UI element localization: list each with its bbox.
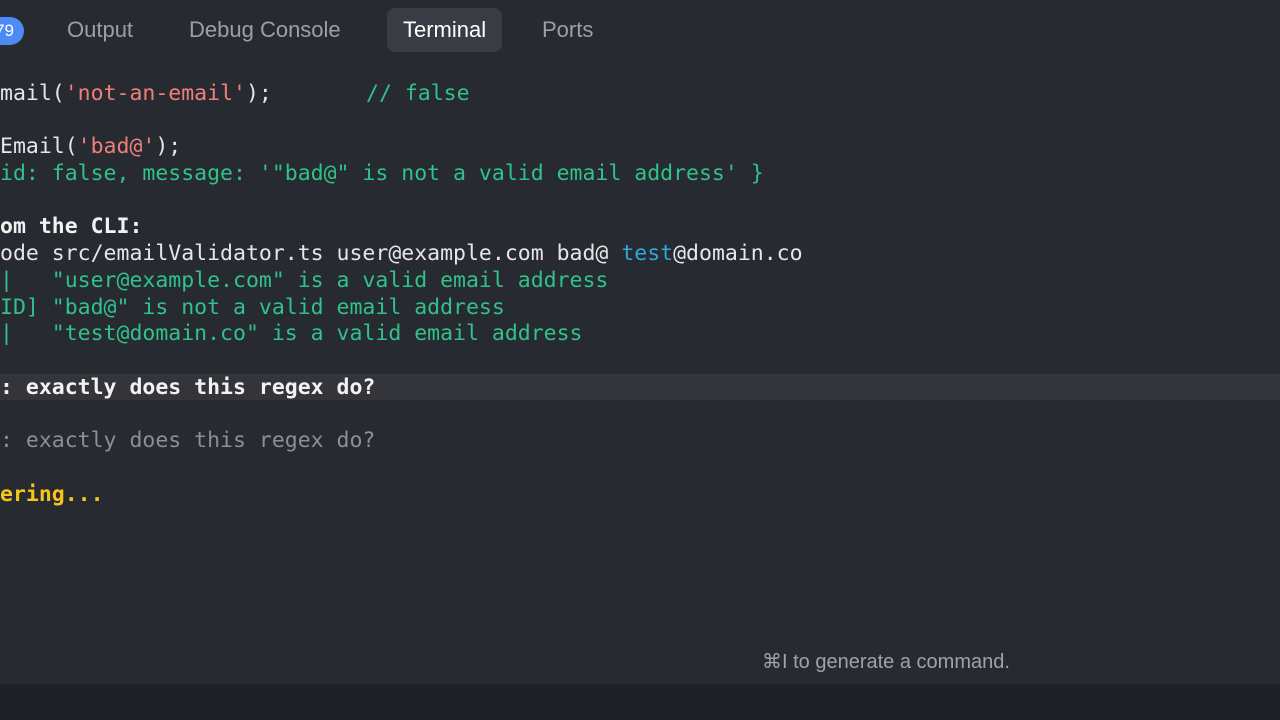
code-text: ); xyxy=(245,81,272,106)
status-line: ering... xyxy=(0,482,104,507)
panel-footer xyxy=(0,684,1280,720)
code-text: Email( xyxy=(0,134,78,159)
problems-count-badge[interactable]: 79 xyxy=(0,17,24,45)
generate-command-hint: ⌘I to generate a command. xyxy=(762,651,1010,673)
terminal-prompt-line[interactable]: : exactly does this regex do? xyxy=(0,374,375,401)
terminal-line: ID] "bad@" is not a valid email address xyxy=(0,295,505,320)
code-comment: // false xyxy=(366,81,470,106)
code-text: mail( xyxy=(0,81,65,106)
terminal-line: : exactly does this regex do? xyxy=(0,428,376,453)
tab-terminal[interactable]: Terminal xyxy=(387,8,503,52)
tab-output[interactable]: Output xyxy=(51,8,149,52)
terminal-panel: 79 Output Debug Console Terminal Ports m… xyxy=(0,0,1280,720)
tab-debug-console[interactable]: Debug Console xyxy=(173,8,357,52)
terminal-line: om the CLI: xyxy=(0,214,143,239)
command-text: @domain.co xyxy=(673,241,803,266)
terminal-line: ode src/emailValidator.ts user@example.c… xyxy=(0,240,803,267)
terminal-output[interactable]: mail('not-an-email'); // false Email('bad… xyxy=(0,78,1280,638)
terminal-line: | "user@example.com" is a valid email ad… xyxy=(0,268,609,293)
tab-ports[interactable]: Ports xyxy=(526,8,609,52)
string-literal: 'not-an-email' xyxy=(64,81,246,106)
string-literal: 'bad@' xyxy=(77,134,156,159)
terminal-line: id: false, message: '"bad@" is not a val… xyxy=(0,161,764,186)
code-text: ); xyxy=(155,134,182,159)
terminal-line: Email('bad@'); xyxy=(0,133,181,160)
command-text: ode src/emailValidator.ts user@example.c… xyxy=(0,241,622,266)
command-highlight: test xyxy=(621,241,674,266)
panel-tab-bar: 79 Output Debug Console Terminal Ports xyxy=(0,0,1280,62)
terminal-line: mail('not-an-email'); // false xyxy=(0,80,470,107)
terminal-line: | "test@domain.co" is a valid email addr… xyxy=(0,321,583,346)
